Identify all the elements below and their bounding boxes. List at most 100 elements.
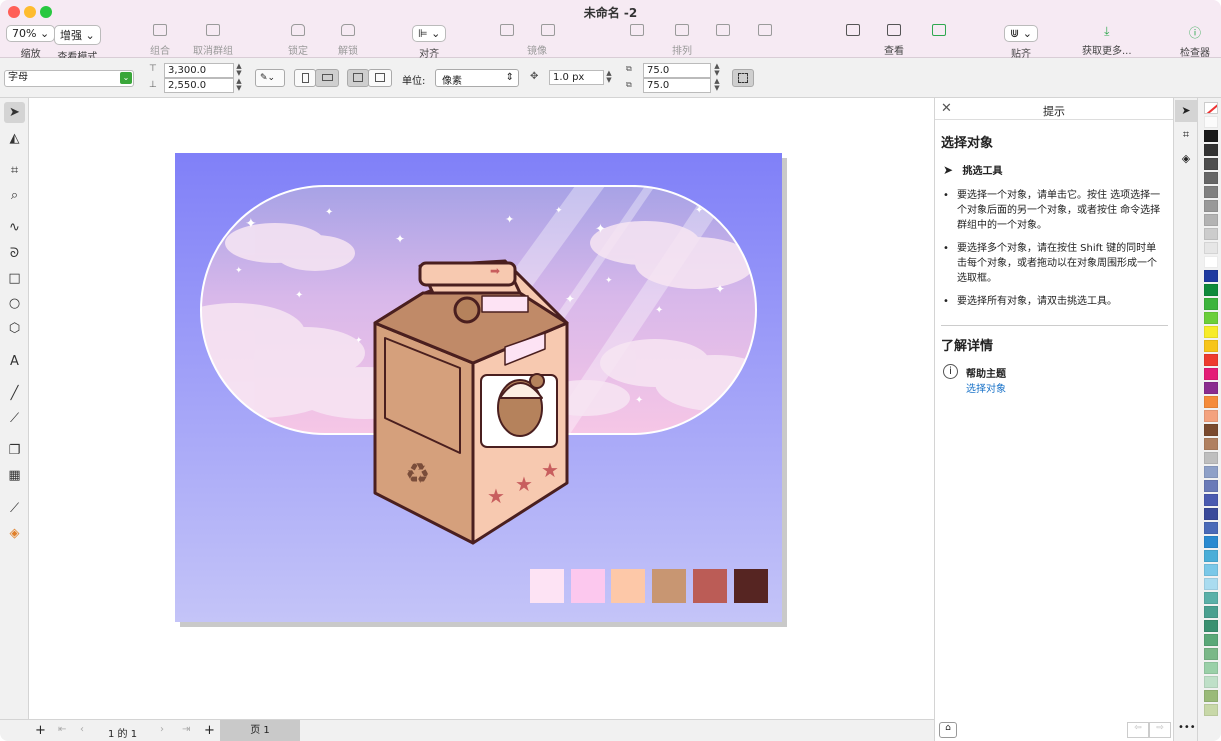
width-stepper[interactable]: ▲ ▼ [235, 63, 243, 77]
home-icon[interactable]: ⌂ [939, 722, 957, 738]
mirror-button[interactable]: 镜像 [519, 24, 555, 57]
get-more-button[interactable]: ⤓ 获取更多... [1082, 24, 1132, 57]
artwork-swatch-1[interactable] [530, 569, 564, 603]
palette-swatch[interactable] [1204, 200, 1218, 212]
palette-swatch[interactable] [1204, 130, 1218, 142]
palette-swatch[interactable] [1204, 368, 1218, 380]
rectangle-tool-button[interactable]: □ [4, 268, 25, 289]
artwork-swatch-2[interactable] [571, 569, 605, 603]
palette-swatch[interactable] [1204, 564, 1218, 576]
zoom-dropdown[interactable]: 70% ⌄ [6, 25, 56, 42]
connector-tool-button[interactable]: ⟋ [4, 408, 25, 429]
align-dropdown[interactable]: ⊫ ⌄ [412, 25, 447, 42]
palette-swatch[interactable] [1204, 438, 1218, 450]
palette-swatch[interactable] [1204, 648, 1218, 660]
artwork-swatch-4[interactable] [652, 569, 686, 603]
artistic-media-tool-button[interactable]: ᘐ [4, 243, 25, 264]
snap-dropdown[interactable]: ⋓ ⌄ [1004, 25, 1038, 42]
palette-swatch[interactable] [1204, 172, 1218, 184]
drop-shadow-tool-button[interactable]: ❐ [4, 440, 25, 461]
transparency-tool-button[interactable]: ▦ [4, 465, 25, 486]
group-button[interactable]: 组合 [150, 24, 170, 57]
prev-page-button[interactable]: ‹ [80, 724, 84, 735]
drawing-canvas[interactable]: ✦✦ ✦✦ ✦✦ ✦✦ ✦✦ ✦✦ ✦✦ ✦✦ [29, 98, 934, 719]
help-link[interactable]: 选择对象 [966, 380, 1006, 395]
palette-swatch[interactable] [1204, 340, 1218, 352]
palette-swatch[interactable] [1204, 466, 1218, 478]
palette-swatch[interactable] [1204, 522, 1218, 534]
cookie-carton[interactable] [373, 259, 569, 545]
arrange-button[interactable]: 排列 [672, 24, 692, 57]
artwork-swatch-5[interactable] [693, 569, 727, 603]
dup-y-stepper[interactable]: ▲ ▼ [713, 78, 721, 92]
eyedropper-tool-button[interactable]: ⟋ [4, 498, 25, 519]
mirror-horizontal-button[interactable] [500, 24, 514, 39]
palette-swatch[interactable] [1204, 158, 1218, 170]
back-button[interactable]: ⇦ [1127, 722, 1149, 738]
text-tool-button[interactable]: A [4, 351, 25, 372]
palette-swatch[interactable] [1204, 606, 1218, 618]
dup-x-stepper[interactable]: ▲ ▼ [713, 63, 721, 77]
palette-swatch[interactable] [1204, 508, 1218, 520]
treat-as-filled-button[interactable] [732, 69, 754, 87]
palette-swatch[interactable] [1204, 536, 1218, 548]
fill-tool-button[interactable]: ◈ [4, 523, 25, 544]
portrait-button[interactable] [294, 69, 316, 87]
pages-button[interactable] [932, 24, 946, 39]
palette-swatch[interactable] [1204, 592, 1218, 604]
next-page-button[interactable]: › [160, 724, 164, 735]
palette-swatch[interactable] [1204, 186, 1218, 198]
no-color-swatch[interactable] [1204, 102, 1218, 114]
lock-button[interactable]: 锁定 [288, 24, 308, 57]
width-input[interactable]: 3,300.0 [164, 63, 234, 78]
palette-swatch[interactable] [1204, 690, 1218, 702]
palette-swatch[interactable] [1204, 214, 1218, 226]
height-input[interactable]: 2,550.0 [164, 78, 234, 93]
palette-swatch[interactable] [1204, 382, 1218, 394]
zoom-tool-button[interactable]: ⌕ [4, 185, 25, 206]
palette-swatch[interactable] [1204, 116, 1218, 128]
dimension-tool-button[interactable]: ╱ [4, 383, 25, 404]
palette-swatch[interactable] [1204, 634, 1218, 646]
palette-swatch[interactable] [1204, 578, 1218, 590]
page-style-dropdown[interactable]: ✎⌄ [255, 69, 285, 87]
ungroup-button[interactable]: 取消群组 [193, 24, 233, 57]
view-button[interactable]: 查看 [884, 24, 904, 57]
palette-swatch[interactable] [1204, 410, 1218, 422]
palette-swatch[interactable] [1204, 144, 1218, 156]
forward-button[interactable]: ⇨ [1149, 722, 1171, 738]
polygon-tool-button[interactable]: ⬡ [4, 318, 25, 339]
inspector-button[interactable]: ⓘ 检查器 [1180, 24, 1210, 59]
first-page-button[interactable]: ⇤ [58, 724, 66, 735]
palette-swatch[interactable] [1204, 270, 1218, 282]
snap-control[interactable]: ⋓ ⌄ 贴齐 [1004, 25, 1038, 60]
align-button[interactable]: ⊫ ⌄ 对齐 [412, 25, 447, 60]
artwork-swatch-3[interactable] [611, 569, 645, 603]
add-page-after-button[interactable]: + [204, 723, 215, 738]
palette-swatch[interactable] [1204, 354, 1218, 366]
properties-tab[interactable]: ⌗ [1175, 124, 1197, 146]
artwork-swatch-6[interactable] [734, 569, 768, 603]
palette-swatch[interactable] [1204, 424, 1218, 436]
object-type-select[interactable]: 字母 ⌄ [4, 70, 134, 87]
more-icon[interactable]: ••• [1178, 722, 1196, 733]
crop-tool-button[interactable]: ⌗ [4, 160, 25, 181]
ellipse-tool-button[interactable]: ○ [4, 293, 25, 314]
hints-tab[interactable]: ➤ [1175, 100, 1197, 122]
current-page-button[interactable] [368, 69, 392, 87]
document-page[interactable]: ✦✦ ✦✦ ✦✦ ✦✦ ✦✦ ✦✦ ✦✦ ✦✦ [175, 153, 782, 622]
arrange-front-button[interactable] [630, 24, 644, 39]
palette-swatch[interactable] [1204, 298, 1218, 310]
duplicate-y-input[interactable]: 75.0 [643, 78, 711, 93]
guides-button[interactable] [846, 24, 860, 39]
all-pages-button[interactable] [347, 69, 369, 87]
objects-tab[interactable]: ◈ [1175, 148, 1197, 170]
palette-swatch[interactable] [1204, 620, 1218, 632]
page-tab[interactable]: 页 1 [220, 720, 300, 741]
unit-select[interactable]: 像素 ⇕ [435, 69, 519, 87]
arrange-back-button[interactable] [716, 24, 730, 39]
unlock-button[interactable]: 解锁 [338, 24, 358, 57]
palette-swatch[interactable] [1204, 480, 1218, 492]
palette-swatch[interactable] [1204, 396, 1218, 408]
view-mode-dropdown[interactable]: 增强 ⌄ [54, 25, 101, 45]
